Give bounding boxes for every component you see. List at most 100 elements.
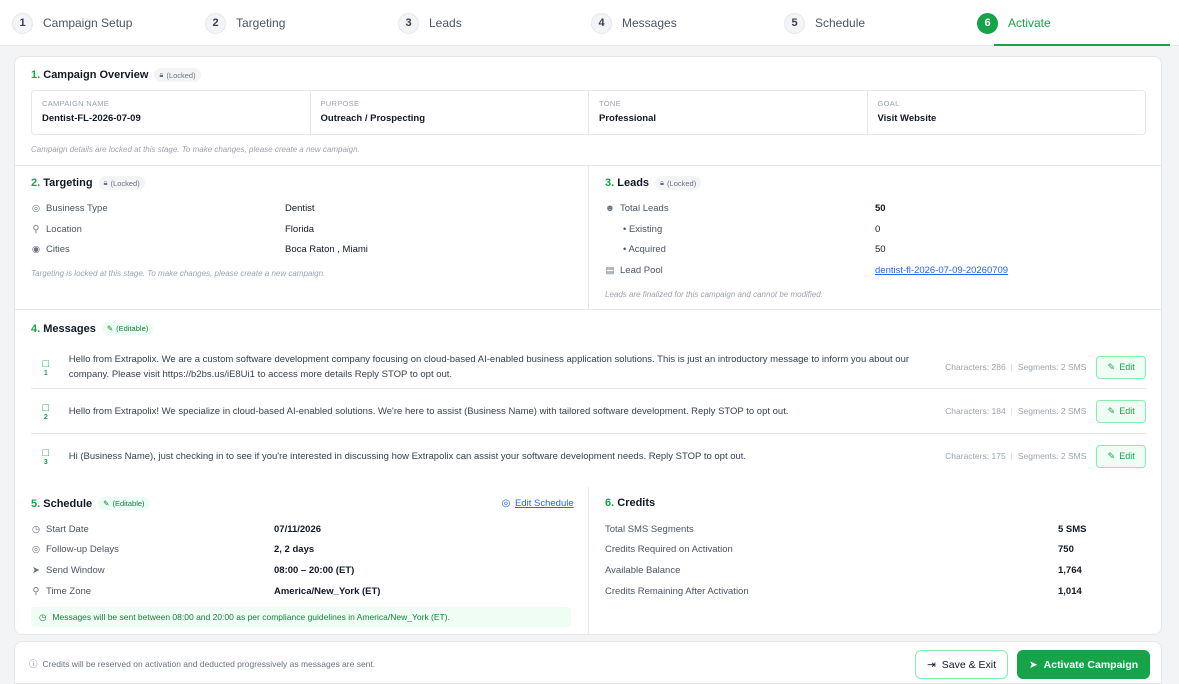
segments-label: Segments: [1017, 451, 1059, 461]
chars-value: 184 [991, 406, 1006, 416]
total-leads-label: ☻ Total Leads [605, 203, 669, 214]
follow-up-delays-label: ◎ Follow-up Delays [31, 544, 119, 555]
divider [588, 487, 589, 634]
note-text: Credits will be reserved on activation a… [42, 659, 376, 669]
badge-label: (Editable) [116, 324, 149, 333]
section-title: Leads [617, 177, 650, 189]
info-icon: ⓘ [29, 659, 38, 669]
row-label: Business Type [46, 203, 108, 214]
field-value: Visit Website [877, 113, 937, 124]
note-text: Messages will be sent between 08:00 and … [52, 612, 450, 622]
badge-label: (Locked) [667, 178, 697, 188]
step-label: Campaign Setup [43, 16, 133, 30]
pencil-icon: ✎ [1107, 405, 1116, 416]
business-type-value: Dentist [285, 203, 315, 214]
row-label: Send Window [46, 565, 105, 576]
lock-icon: 🔒︎ [103, 178, 108, 187]
send-window-label: ➤ Send Window [31, 565, 105, 576]
locked-badge: 🔒︎ (Locked) [98, 176, 145, 190]
message-icon: □ 2 [42, 401, 50, 421]
footer-note: ⓘ Credits will be reserved on activation … [29, 658, 375, 670]
field-value: Dentist-FL-2026-07-09 [42, 113, 141, 124]
divider [588, 165, 589, 309]
badge-label: (Locked) [166, 70, 196, 80]
section-number: 1. [31, 69, 41, 81]
message-meta: Characters: 286 | Segments: 2 SMS [945, 362, 1087, 372]
message-meta: Characters: 175 | Segments: 2 SMS [945, 451, 1087, 461]
review-card: 1. Campaign Overview 🔒︎ (Locked) CAMPAIGN… [14, 56, 1162, 635]
step-leads[interactable]: 3 Leads [398, 0, 591, 46]
step-campaign-setup[interactable]: 1 Campaign Setup [12, 0, 205, 46]
message-text: Hello from Extrapolix! We specialize in … [68, 405, 789, 417]
chars-value: 286 [991, 362, 1006, 372]
section-number: 5. [31, 497, 41, 510]
existing-leads-value: 0 [875, 224, 881, 235]
total-leads-value: 50 [875, 203, 886, 214]
time-zone-label: ⚲ Time Zone [31, 586, 92, 597]
existing-leads-label: • Existing [623, 224, 663, 235]
button-label: Edit [1119, 362, 1135, 372]
message-text: Hi (Business Name), just checking in to … [68, 450, 747, 462]
send-icon: ➤ [32, 565, 40, 576]
save-exit-button[interactable]: ⇥ Save & Exit [915, 650, 1008, 679]
segments-value: 2 SMS [1060, 451, 1087, 461]
step-label: Messages [622, 16, 677, 30]
send-icon: ➤ [1028, 658, 1038, 671]
message-item: □ 1 Hello from Extrapolix. We are a custo… [31, 346, 1146, 388]
clock-icon: ◷ [39, 611, 47, 622]
overview-campaign-name: CAMPAIGN NAME Dentist-FL-2026-07-09 [32, 91, 311, 134]
credits-remaining-label: Credits Remaining After Activation [605, 586, 749, 597]
lock-icon: 🔒︎ [660, 178, 665, 187]
edit-schedule-link[interactable]: ◎ Edit Schedule [501, 498, 574, 509]
follow-up-delays-value: 2, 2 days [274, 544, 315, 555]
button-label: Edit [1119, 406, 1135, 416]
edit-message-button[interactable]: ✎ Edit [1096, 444, 1146, 468]
overview-note: Campaign details are locked at this stag… [31, 145, 360, 154]
targeting-note: Targeting is locked at this stage. To ma… [31, 269, 326, 278]
pencil-icon: ✎ [1107, 450, 1116, 461]
target-icon: ◎ [501, 498, 511, 509]
step-label: Schedule [815, 16, 866, 30]
user-icon: ☻ [605, 203, 615, 214]
edit-message-button[interactable]: ✎ Edit [1096, 399, 1146, 423]
leads-note: Leads are finalized for this campaign an… [605, 290, 823, 299]
message-meta: Characters: 184 | Segments: 2 SMS [945, 406, 1087, 416]
section-title: Messages [43, 322, 96, 335]
badge-label: (Editable) [112, 499, 145, 508]
step-number: 1 [12, 12, 33, 34]
message-item: □ 3 Hi (Business Name), just checking in … [31, 439, 1146, 473]
edit-message-button[interactable]: ✎ Edit [1096, 355, 1146, 379]
schedule-compliance-note: ◷ Messages will be sent between 08:00 and… [31, 607, 571, 627]
start-date-value: 07/11/2026 [274, 524, 322, 535]
credits-title: 6. Credits [605, 497, 655, 509]
chars-value: 175 [991, 451, 1006, 461]
divider [15, 309, 1161, 310]
cities-label: ◉ Cities [31, 244, 70, 255]
messages-title: 4. Messages ✎ (Editable) [31, 322, 154, 335]
activate-campaign-button[interactable]: ➤ Activate Campaign [1017, 650, 1150, 679]
step-number: 3 [398, 12, 419, 34]
editable-badge: ✎ (Editable) [98, 497, 150, 510]
globe-icon: ◉ [31, 244, 41, 255]
field-value: Professional [599, 113, 657, 124]
location-value: Florida [285, 224, 315, 235]
overview-tone: TONE Professional [589, 91, 868, 134]
step-number: 5 [784, 12, 805, 34]
step-number: 2 [205, 12, 226, 34]
lead-pool-link[interactable]: dentist-fl-2026-07-09-20260709 [875, 265, 1008, 276]
segments-label: Segments: [1017, 362, 1059, 372]
available-balance-value: 1,764 [1058, 565, 1082, 576]
chars-label: Characters: [945, 362, 990, 372]
overview-purpose: PURPOSE Outreach / Prospecting [311, 91, 589, 134]
step-activate[interactable]: 6 Activate [977, 0, 1170, 46]
step-number: 6 [977, 12, 998, 34]
field-value: Outreach / Prospecting [320, 113, 426, 124]
credits-required-value: 750 [1058, 544, 1074, 555]
row-label: Location [46, 224, 82, 235]
row-label: Time Zone [46, 586, 92, 597]
step-targeting[interactable]: 2 Targeting [205, 0, 398, 46]
step-messages[interactable]: 4 Messages [591, 0, 784, 46]
exit-icon: ⇥ [926, 658, 936, 671]
step-schedule[interactable]: 5 Schedule [784, 0, 977, 46]
leads-title: 3. Leads 🔒︎ (Locked) [605, 176, 702, 190]
